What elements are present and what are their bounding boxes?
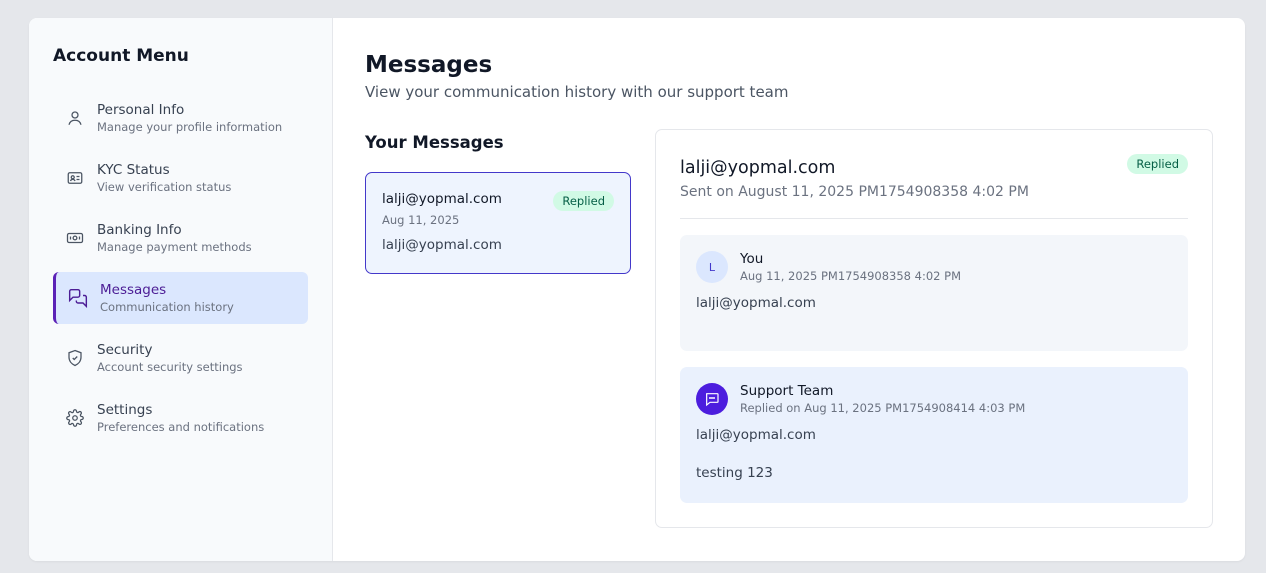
message-preview: lalji@yopmal.com — [382, 237, 502, 253]
bubble-text: lalji@yopmal.com — [696, 295, 816, 311]
id-card-icon — [65, 168, 85, 188]
banknote-icon — [65, 228, 85, 248]
sidebar-item-label: KYC Status — [97, 162, 170, 178]
account-sidebar: Account Menu Personal Info Manage your p… — [29, 18, 333, 561]
bubble-author: You — [740, 251, 764, 267]
message-list: Your Messages lalji@yopmal.com Replied A… — [365, 129, 631, 528]
bubble-timestamp: Aug 11, 2025 PM1754908358 4:02 PM — [740, 269, 961, 283]
message-list-item[interactable]: lalji@yopmal.com Replied Aug 11, 2025 la… — [365, 172, 631, 274]
user-message-bubble: L You Aug 11, 2025 PM1754908358 4:02 PM … — [680, 235, 1188, 351]
user-icon — [65, 108, 85, 128]
messages-main: Messages View your communication history… — [333, 18, 1245, 561]
support-reply-bubble: Support Team Replied on Aug 11, 2025 PM1… — [680, 367, 1188, 503]
sidebar-item-description: Account security settings — [97, 360, 243, 374]
detail-sender: lalji@yopmal.com — [680, 158, 836, 178]
message-detail: lalji@yopmal.com Sent on August 11, 2025… — [655, 129, 1213, 528]
status-badge: Replied — [1127, 154, 1188, 174]
sidebar-item-personal-info[interactable]: Personal Info Manage your profile inform… — [53, 92, 308, 144]
message-list-heading: Your Messages — [365, 133, 504, 152]
bubble-text-secondary: testing 123 — [696, 465, 773, 481]
sidebar-item-label: Security — [97, 342, 153, 358]
messages-icon — [68, 288, 88, 308]
sidebar-item-description: Preferences and notifications — [97, 420, 265, 434]
sidebar-item-label: Messages — [100, 282, 167, 298]
message-date: Aug 11, 2025 — [382, 213, 460, 227]
account-card: Account Menu Personal Info Manage your p… — [29, 18, 1245, 561]
sidebar-item-description: Manage payment methods — [97, 240, 252, 254]
sidebar-item-label: Banking Info — [97, 222, 182, 238]
sidebar-item-settings[interactable]: Settings Preferences and notifications — [53, 392, 308, 444]
sidebar-title: Account Menu — [53, 46, 189, 66]
sidebar-item-description: Communication history — [100, 300, 234, 314]
shield-check-icon — [65, 348, 85, 368]
sidebar-item-security[interactable]: Security Account security settings — [53, 332, 308, 384]
sidebar-item-messages[interactable]: Messages Communication history — [53, 272, 308, 324]
sidebar-item-label: Settings — [97, 402, 153, 418]
messages-columns: Your Messages lalji@yopmal.com Replied A… — [365, 129, 1213, 528]
sidebar-item-banking-info[interactable]: Banking Info Manage payment methods — [53, 212, 308, 264]
sidebar-item-description: View verification status — [97, 180, 232, 194]
sidebar-item-description: Manage your profile information — [97, 120, 283, 134]
sidebar-item-kyc-status[interactable]: KYC Status View verification status — [53, 152, 308, 204]
bubble-text: lalji@yopmal.com — [696, 427, 816, 443]
support-chat-icon — [696, 383, 728, 415]
page-subtitle: View your communication history with our… — [365, 83, 789, 101]
avatar: L — [696, 251, 728, 283]
bubble-author: Support Team — [740, 383, 834, 399]
detail-sent-time: Sent on August 11, 2025 PM1754908358 4:0… — [680, 184, 1029, 200]
page-title: Messages — [365, 52, 493, 78]
message-detail-header: lalji@yopmal.com Sent on August 11, 2025… — [680, 154, 1188, 219]
status-badge: Replied — [553, 191, 614, 211]
bubble-timestamp: Replied on Aug 11, 2025 PM1754908414 4:0… — [740, 401, 1026, 415]
gear-icon — [65, 408, 85, 428]
sidebar-item-label: Personal Info — [97, 102, 185, 118]
